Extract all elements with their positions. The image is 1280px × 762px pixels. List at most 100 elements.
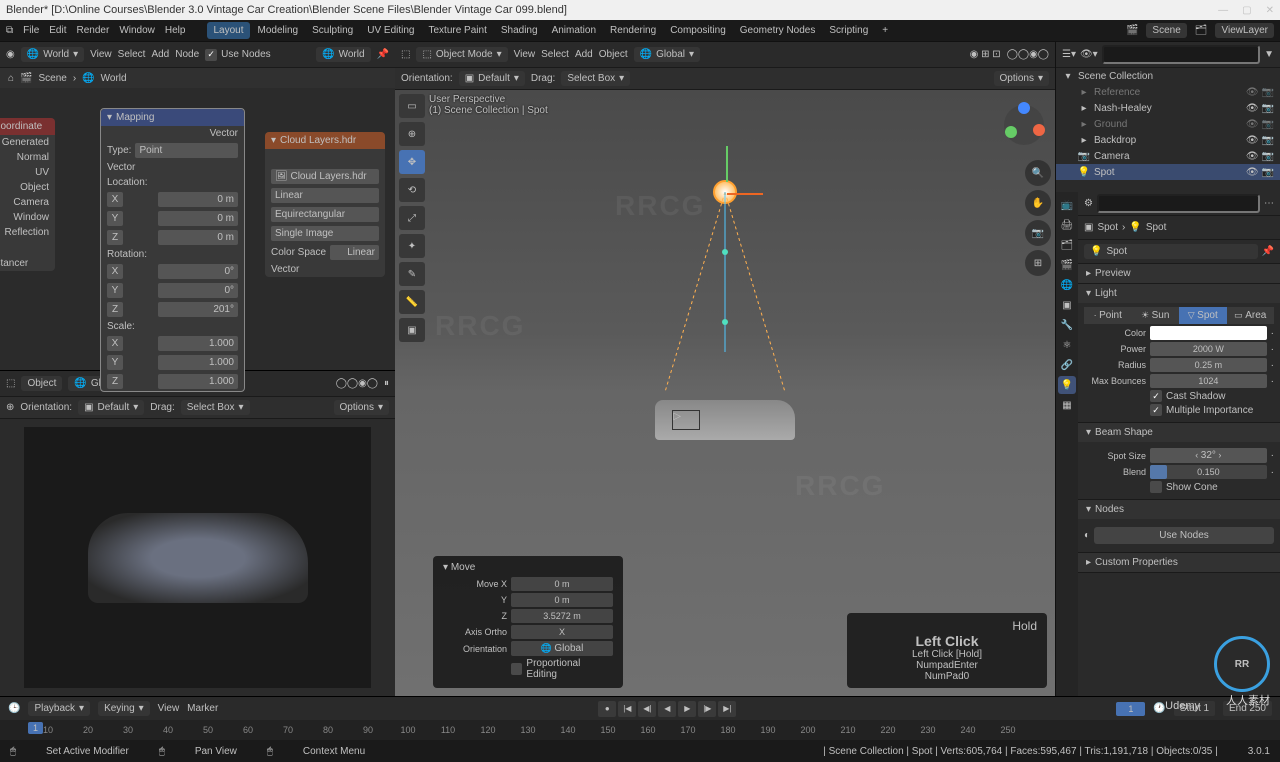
render-icon[interactable]: 📷 — [1262, 103, 1274, 114]
viewlayer-selector[interactable]: ViewLayer — [1215, 23, 1274, 38]
outliner-item-ground[interactable]: ▸Ground👁📷 — [1056, 116, 1280, 132]
tool-add-cube[interactable]: ▣ — [399, 318, 425, 342]
socket-window[interactable]: Window — [13, 212, 49, 223]
render-icon[interactable]: 📷 — [1262, 151, 1274, 162]
node-editor[interactable]: ure Coordinate Generated Normal UV Objec… — [0, 88, 395, 370]
light-type-sun[interactable]: ☀ Sun — [1132, 307, 1180, 324]
tab-output[interactable]: 🖨 — [1058, 216, 1076, 234]
navigation-gizmo[interactable] — [999, 100, 1049, 150]
light-bounces[interactable]: 1024 — [1150, 374, 1267, 388]
shader-menu-select[interactable]: Select — [118, 49, 146, 60]
play-icon[interactable]: ▶ — [678, 701, 696, 717]
eye-icon[interactable]: 👁 — [1246, 103, 1259, 114]
lower-options[interactable]: Options ▾ — [334, 400, 390, 415]
cast-shadow-check[interactable] — [1150, 390, 1162, 402]
timeline-marker[interactable]: Marker — [187, 703, 218, 714]
render-icon[interactable]: 📷 — [1262, 167, 1274, 178]
custom-props-header[interactable]: ▸ Custom Properties — [1078, 553, 1280, 572]
maximize-button[interactable]: ▢ — [1242, 5, 1251, 16]
workspace-add[interactable]: + — [876, 22, 894, 39]
outliner-display-icon[interactable]: 👁▾ — [1080, 49, 1098, 60]
tab-world[interactable]: 🌐 — [1058, 276, 1076, 294]
world-slot[interactable]: 🌐 World — [316, 47, 370, 62]
light-color[interactable] — [1150, 326, 1267, 340]
next-key-icon[interactable]: |▶ — [698, 701, 716, 717]
mapping-rot-y[interactable]: 0° — [158, 283, 238, 298]
beam-panel-header[interactable]: ▾ Beam Shape — [1078, 423, 1280, 442]
vp-shading-modes[interactable]: ◯◯◉◯ — [1007, 49, 1049, 60]
socket-instancer[interactable]: m Instancer — [0, 258, 28, 269]
socket-uv[interactable]: UV — [35, 167, 49, 178]
render-icon[interactable]: 📷 — [1262, 119, 1274, 130]
playhead[interactable]: 1 — [28, 722, 43, 734]
workspace-animation[interactable]: Animation — [546, 22, 602, 39]
mapping-loc-y[interactable]: 0 m — [158, 211, 238, 226]
menu-edit[interactable]: Edit — [49, 25, 66, 36]
tool-measure[interactable]: 📏 — [399, 290, 425, 314]
light-radius[interactable]: 0.25 m — [1150, 358, 1267, 372]
spot-light-gizmo[interactable] — [713, 180, 737, 204]
outliner-item-backdrop[interactable]: ▸Backdrop👁📷 — [1056, 132, 1280, 148]
tab-data-light[interactable]: 💡 — [1058, 376, 1076, 394]
menu-render[interactable]: Render — [77, 25, 110, 36]
tab-viewlayer[interactable]: 🗂 — [1058, 236, 1076, 254]
socket-object[interactable]: Object — [20, 182, 49, 193]
workspace-scripting[interactable]: Scripting — [823, 22, 874, 39]
lower-orient2[interactable]: ▣ Default ▾ — [78, 400, 144, 415]
node-texcoord-header[interactable]: ure Coordinate — [0, 118, 55, 135]
nodes-panel-header[interactable]: ▾ Nodes — [1078, 500, 1280, 519]
workspace-compositing[interactable]: Compositing — [664, 22, 732, 39]
env-colorspace[interactable]: Linear — [330, 245, 379, 260]
tool-annotate[interactable]: ✎ — [399, 262, 425, 286]
play-rev-icon[interactable]: ◀ — [658, 701, 676, 717]
outliner-type-icon[interactable]: ☰▾ — [1062, 49, 1076, 60]
light-datablock[interactable]: 💡 Spot — [1084, 244, 1258, 259]
show-cone-check[interactable] — [1150, 481, 1162, 493]
light-type-spot[interactable]: ▽ Spot — [1179, 307, 1227, 324]
blender-logo-icon[interactable]: ⧉ — [6, 25, 13, 36]
vp-drag[interactable]: Select Box ▾ — [561, 71, 630, 86]
vp-options[interactable]: Options ▾ — [994, 71, 1050, 86]
tool-move[interactable]: ✥ — [399, 150, 425, 174]
jump-end-icon[interactable]: ▶| — [718, 701, 736, 717]
move-axis[interactable]: X — [511, 625, 613, 639]
multiple-importance-check[interactable] — [1150, 404, 1162, 416]
mapping-scale-z[interactable]: 1.000 — [158, 374, 238, 389]
editor-type-icon[interactable]: ⬚ — [401, 49, 410, 60]
mapping-rot-x[interactable]: 0° — [158, 264, 238, 279]
lower-shading-icons[interactable]: ◯◯◉◯ — [336, 378, 378, 389]
crumb-home-icon[interactable]: ⌂ — [8, 73, 14, 84]
tab-scene[interactable]: 🎬 — [1058, 256, 1076, 274]
tool-scale[interactable]: ⤢ — [399, 206, 425, 230]
menu-window[interactable]: Window — [119, 25, 155, 36]
eye-icon[interactable]: 👁 — [1246, 119, 1259, 130]
node-mapping[interactable]: ▾ Mapping Vector Type:Point Vector Locat… — [100, 108, 245, 392]
tool-cursor[interactable]: ⊕ — [399, 122, 425, 146]
eye-icon[interactable]: 👁 — [1246, 135, 1259, 146]
tab-object[interactable]: ▣ — [1058, 296, 1076, 314]
socket-normal[interactable]: Normal — [17, 152, 49, 163]
workspace-shading[interactable]: Shading — [495, 22, 544, 39]
mapping-out-vector[interactable]: Vector — [210, 128, 238, 139]
mapping-scale-y[interactable]: 1.000 — [158, 355, 238, 370]
mapping-loc-x[interactable]: 0 m — [158, 192, 238, 207]
eye-icon[interactable]: 👁 — [1246, 151, 1259, 162]
mapping-in-vector[interactable]: Vector — [107, 162, 135, 173]
props-options-icon[interactable]: ⋯ — [1264, 198, 1274, 209]
render-icon[interactable]: 📷 — [1262, 135, 1274, 146]
spot-size[interactable]: ‹ 32° › — [1150, 448, 1267, 463]
auto-key-icon[interactable]: ● — [598, 701, 616, 717]
tab-physics[interactable]: ⚛ — [1058, 336, 1076, 354]
crumb-world[interactable]: World — [101, 73, 127, 84]
node-texture-coordinate[interactable]: ure Coordinate Generated Normal UV Objec… — [0, 118, 55, 271]
outliner-item-camera[interactable]: 📷Camera👁📷 — [1056, 148, 1280, 164]
editor-type-icon[interactable]: ◉ — [6, 49, 15, 60]
scene-selector[interactable]: Scene — [1146, 23, 1186, 38]
cursor-icon[interactable]: ⊕ — [6, 402, 14, 413]
pan-icon[interactable]: ✋ — [1025, 190, 1051, 216]
node-env-header[interactable]: ▾ Cloud Layers.hdr — [265, 132, 385, 149]
move-y[interactable]: 0 m — [511, 593, 613, 607]
vp-orient2[interactable]: ▣ Default ▾ — [459, 71, 525, 86]
pin-icon[interactable]: 📌 — [1262, 246, 1274, 257]
socket-reflection[interactable]: Reflection — [5, 227, 49, 238]
